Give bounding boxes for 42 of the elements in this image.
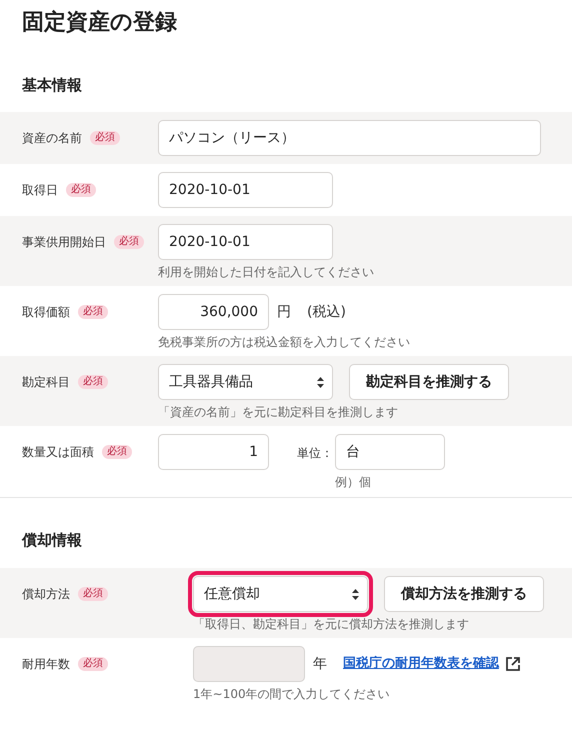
hint-text: 例）個: [335, 474, 372, 490]
field-label: 数量又は面積: [22, 444, 94, 461]
unit-field-label: 単位：: [297, 445, 333, 462]
suggest-button[interactable]: 償却方法を推測する: [384, 576, 544, 612]
sort-arrows-icon: [352, 588, 359, 600]
field-label: 償却方法: [22, 586, 70, 603]
field-label: 勘定科目: [22, 374, 70, 391]
unit-input[interactable]: 台: [335, 434, 445, 470]
required-badge: 必須: [102, 445, 132, 459]
sort-arrows-icon: [317, 376, 324, 388]
suggest-button[interactable]: 勘定科目を推測する: [349, 364, 509, 400]
external-link-icon: [505, 656, 521, 672]
required-badge: 必須: [78, 587, 108, 601]
required-badge: 必須: [90, 131, 120, 145]
required-badge: 必須: [66, 183, 96, 197]
input-field[interactable]: 1: [158, 434, 269, 470]
unit-label: 年: [313, 654, 327, 674]
input-field[interactable]: 2020-10-01: [158, 172, 333, 208]
section-heading: 基本情報: [21, 75, 83, 96]
hint-text: 1年~100年の間で入力してください: [193, 686, 391, 702]
field-label: 取得価額: [22, 304, 70, 321]
required-badge: 必須: [78, 657, 108, 671]
unit-label: 円: [277, 302, 291, 322]
hint-text: 利用を開始した日付を記入してください: [158, 264, 374, 280]
unit-label: (税込): [307, 302, 346, 322]
hint-text: 「資産の名前」を元に勘定科目を推測します: [158, 404, 399, 420]
select-field[interactable]: 工具器具備品: [158, 364, 333, 400]
required-badge: 必須: [114, 235, 144, 249]
field-label: 事業供用開始日: [22, 234, 106, 251]
reference-link[interactable]: 国税庁の耐用年数表を確認: [343, 654, 499, 674]
field-label: 耐用年数: [22, 656, 70, 673]
section-heading: 償却情報: [20, 530, 83, 551]
field-label: 資産の名前: [22, 130, 82, 147]
required-badge: 必須: [78, 375, 108, 389]
field-label: 取得日: [22, 182, 58, 199]
hint-text: 免税事業所の方は税込金額を入力してください: [158, 334, 410, 350]
input-field[interactable]: 2020-10-01: [158, 224, 333, 260]
page-title: 固定資産の登録: [21, 8, 178, 37]
required-badge: 必須: [78, 305, 108, 319]
hint-text: 「取得日、勘定科目」を元に償却方法を推測します: [193, 616, 470, 632]
input-field[interactable]: パソコン（リース）: [158, 120, 541, 156]
input-field[interactable]: 360,000: [158, 294, 269, 330]
